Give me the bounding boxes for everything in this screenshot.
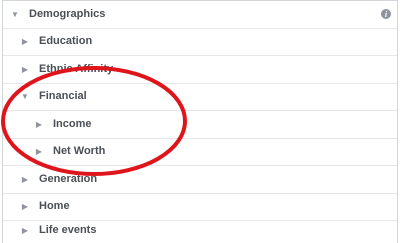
- category-demographics[interactable]: ▼ Demographics i: [3, 1, 397, 29]
- category-net-worth[interactable]: ▶ Net Worth: [3, 139, 397, 166]
- demographics-panel: ▼ Demographics i ▶ Education ▶ Ethnic Af…: [2, 0, 398, 243]
- category-generation[interactable]: ▶ Generation: [3, 166, 397, 194]
- category-label: Life events: [39, 223, 97, 236]
- screenshot-stage: ▼ Demographics i ▶ Education ▶ Ethnic Af…: [0, 0, 400, 243]
- category-label: Net Worth: [53, 145, 106, 158]
- caret-down-icon: ▼: [21, 92, 29, 102]
- caret-right-icon: ▶: [35, 119, 43, 129]
- category-life-events[interactable]: ▶ Life events: [3, 221, 397, 239]
- category-label: Home: [39, 200, 70, 213]
- info-icon[interactable]: i: [381, 9, 391, 19]
- caret-down-icon: ▼: [11, 9, 19, 19]
- caret-right-icon: ▶: [21, 174, 29, 184]
- caret-right-icon: ▶: [21, 64, 29, 74]
- category-home[interactable]: ▶ Home: [3, 194, 397, 221]
- category-label: Ethnic Affinity: [39, 62, 114, 75]
- category-label: Income: [53, 117, 92, 130]
- category-label: Generation: [39, 172, 98, 185]
- category-label: Education: [39, 35, 93, 48]
- category-label: Demographics: [29, 7, 106, 20]
- category-ethnic-affinity[interactable]: ▶ Ethnic Affinity: [3, 56, 397, 84]
- caret-right-icon: ▶: [21, 37, 29, 47]
- caret-right-icon: ▶: [35, 147, 43, 157]
- category-financial[interactable]: ▼ Financial: [3, 84, 397, 111]
- category-education[interactable]: ▶ Education: [3, 29, 397, 56]
- caret-right-icon: ▶: [21, 225, 29, 235]
- caret-right-icon: ▶: [21, 202, 29, 212]
- category-income[interactable]: ▶ Income: [3, 111, 397, 139]
- category-label: Financial: [39, 90, 87, 103]
